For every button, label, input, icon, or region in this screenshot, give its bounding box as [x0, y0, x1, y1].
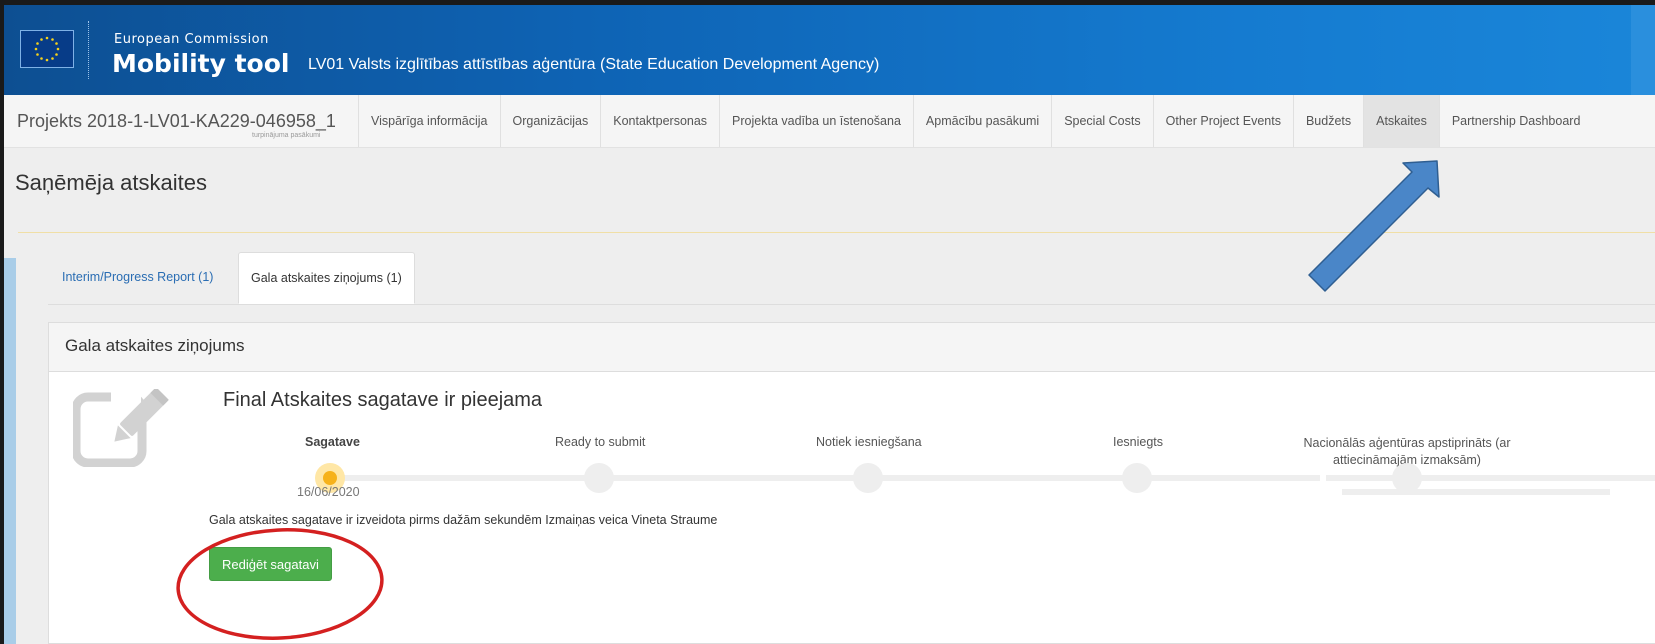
- step-label-draft: Sagatave: [305, 435, 360, 449]
- step-date: 16/06/2020: [297, 485, 360, 499]
- final-report-panel: Gala atskaites ziņojums Final Atskaites …: [48, 322, 1655, 644]
- brand-org: European Commission: [114, 32, 269, 47]
- step-dot-ready: [584, 463, 614, 493]
- tab-other-project-events[interactable]: Other Project Events: [1152, 95, 1293, 147]
- tab-training-activities[interactable]: Apmācību pasākumi: [912, 95, 1051, 147]
- project-nav: Projekts 2018-1-LV01-KA229-046958_1 turp…: [4, 95, 1655, 148]
- progress-track: [330, 475, 1655, 481]
- panel-title: Gala atskaites ziņojums: [65, 336, 245, 355]
- step-dot-submitted: [1122, 463, 1152, 493]
- progress-track-shadow: [1342, 489, 1610, 495]
- tab-interim-report[interactable]: Interim/Progress Report (1): [50, 252, 225, 302]
- title-divider: [18, 232, 1655, 233]
- tab-partnership-dashboard[interactable]: Partnership Dashboard: [1438, 95, 1593, 147]
- progress-track-gap: [1320, 475, 1326, 481]
- tab-budget[interactable]: Budžets: [1292, 95, 1363, 147]
- project-subtitle: turpinājuma pasākumi: [252, 132, 321, 139]
- report-status-title: Final Atskaites sagatave ir pieejama: [223, 389, 543, 411]
- step-label-submitting: Notiek iesniegšana: [816, 435, 922, 449]
- step-label-submitted: Iesniegts: [1113, 435, 1164, 449]
- step-dot-submitting: [853, 463, 883, 493]
- tab-reports[interactable]: Atskaites: [1363, 95, 1439, 147]
- project-title: Projekts 2018-1-LV01-KA229-046958_1: [17, 111, 336, 131]
- tab-general-info[interactable]: Vispārīga informācija: [358, 95, 500, 147]
- report-tabs: Interim/Progress Report (1) Gala atskait…: [48, 252, 1655, 305]
- step-dot-approved: [1392, 463, 1422, 493]
- edit-draft-button[interactable]: Rediģēt sagatavi: [209, 547, 332, 581]
- agency-name: LV01 Valsts izglītības attīstības aģentū…: [308, 56, 880, 73]
- page-content: Saņēmēja atskaites Interim/Progress Repo…: [4, 148, 1655, 644]
- header-stripe: [1631, 5, 1655, 95]
- tab-special-costs[interactable]: Special Costs: [1051, 95, 1152, 147]
- side-accent: [4, 258, 16, 644]
- report-info-text: Gala atskaites sagatave ir izveidota pir…: [209, 513, 718, 527]
- edit-document-icon: [71, 387, 169, 472]
- header-divider: [88, 21, 89, 79]
- eu-flag-icon: [20, 30, 74, 68]
- tab-organizations[interactable]: Organizācijas: [499, 95, 601, 147]
- brand-title[interactable]: Mobility tool: [112, 49, 289, 78]
- tab-final-report[interactable]: Gala atskaites ziņojums (1): [238, 252, 415, 304]
- step-label-ready: Ready to submit: [555, 435, 646, 449]
- nav-tabs: Vispārīga informācija Organizācijas Kont…: [358, 95, 1592, 147]
- app-header: European Commission Mobility tool LV01 V…: [4, 5, 1655, 95]
- panel-header: Gala atskaites ziņojums: [49, 323, 1655, 372]
- page-title: Saņēmēja atskaites: [15, 170, 207, 195]
- tab-project-management[interactable]: Projekta vadība un īstenošana: [719, 95, 913, 147]
- tab-contacts[interactable]: Kontaktpersonas: [600, 95, 719, 147]
